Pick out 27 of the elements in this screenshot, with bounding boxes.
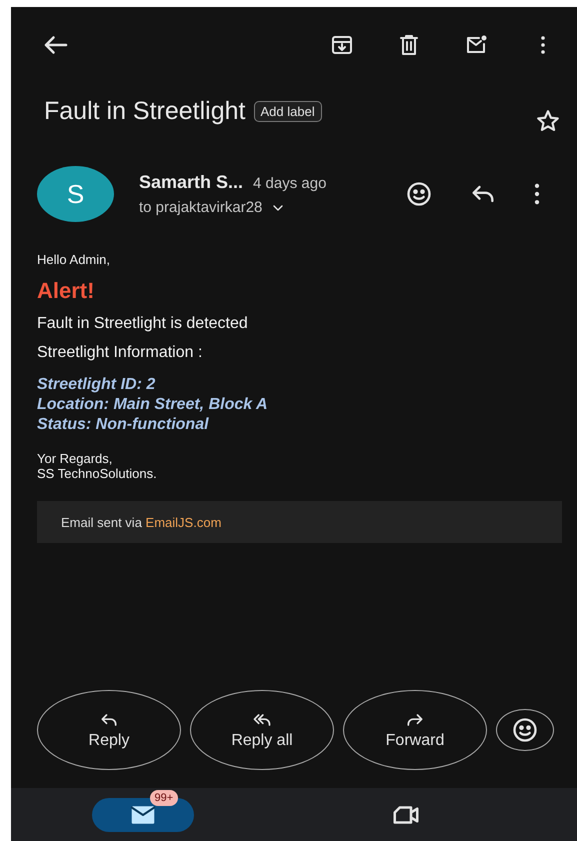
sent-time: 4 days ago bbox=[253, 175, 326, 192]
closing-line: Yor Regards, bbox=[37, 451, 114, 466]
reply-button[interactable]: Reply bbox=[37, 690, 181, 770]
smiley-icon[interactable] bbox=[405, 180, 433, 208]
sender-name: Samarth S... bbox=[139, 172, 244, 193]
email-subject: Fault in Streetlight bbox=[44, 97, 246, 126]
message-text: Fault in Streetlight is detected bbox=[37, 315, 249, 333]
forward-button[interactable]: Forward bbox=[343, 690, 487, 770]
emailjs-link[interactable]: EmailJS.com bbox=[146, 514, 222, 530]
footer-text: Email sent via EmailJS.com bbox=[61, 514, 222, 530]
detail-line: Status: Non-functional bbox=[37, 415, 210, 435]
add-label-button[interactable]: Add label bbox=[254, 101, 322, 122]
detail-line: Location: Main Street, Block A bbox=[37, 395, 269, 415]
greeting-text: Hello Admin, bbox=[37, 252, 111, 267]
avatar: S bbox=[37, 166, 114, 222]
alert-heading: Alert! bbox=[37, 278, 96, 304]
emoji-button[interactable] bbox=[496, 709, 554, 751]
unread-count-badge: 99+ bbox=[150, 790, 178, 806]
closing-line: SS TechnoSolutions. bbox=[37, 466, 158, 481]
star-icon[interactable] bbox=[535, 108, 561, 134]
info-heading: Streetlight Information : bbox=[37, 344, 204, 362]
trash-icon[interactable] bbox=[397, 33, 421, 57]
archive-icon[interactable] bbox=[330, 33, 354, 57]
reply-all-button[interactable]: Reply all bbox=[190, 690, 334, 770]
smiley-icon bbox=[511, 716, 539, 744]
detail-line: Streetlight ID: 2 bbox=[37, 375, 156, 395]
recipient-text: to prajaktavirkar28 bbox=[139, 199, 262, 216]
